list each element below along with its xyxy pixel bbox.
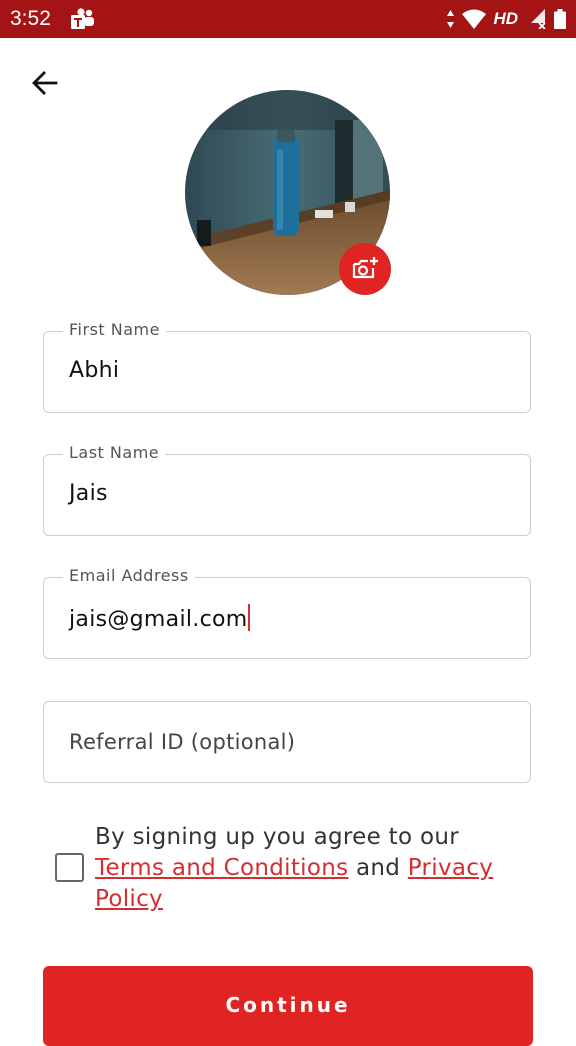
- agreement-text-before: By signing up you agree to our: [95, 824, 459, 850]
- referral-id-placeholder: Referral ID (optional): [69, 730, 296, 754]
- agreement-checkbox[interactable]: [55, 853, 84, 882]
- status-bar: 3:52 HD: [0, 0, 576, 38]
- text-cursor: [248, 604, 251, 631]
- battery-icon: [554, 9, 566, 29]
- agreement-text-between: and: [348, 855, 408, 881]
- arrow-left-icon[interactable]: [28, 66, 62, 100]
- email-value-wrap[interactable]: jais@gmail.com: [69, 604, 251, 632]
- first-name-value[interactable]: Abhi: [69, 358, 119, 383]
- first-name-field[interactable]: First Name Abhi: [43, 320, 531, 413]
- agreement-text: By signing up you agree to our Terms and…: [95, 822, 535, 915]
- continue-button[interactable]: Continue: [43, 966, 533, 1046]
- signal-icon: [531, 9, 546, 29]
- referral-id-field[interactable]: Referral ID (optional): [43, 701, 531, 783]
- email-value: jais@gmail.com: [69, 607, 248, 632]
- last-name-field[interactable]: Last Name Jais: [43, 443, 531, 536]
- teams-icon: [71, 8, 94, 29]
- change-photo-button[interactable]: [339, 243, 391, 295]
- first-name-label: First Name: [63, 320, 166, 339]
- last-name-label: Last Name: [63, 443, 166, 462]
- terms-link[interactable]: Terms and Conditions: [95, 855, 348, 881]
- camera-add-icon: [352, 257, 378, 279]
- email-label: Email Address: [63, 566, 195, 585]
- status-time: 3:52: [10, 7, 51, 30]
- last-name-value[interactable]: Jais: [69, 481, 108, 506]
- wifi-icon: [462, 9, 487, 29]
- data-arrows-icon: [447, 10, 455, 28]
- status-icons: HD: [446, 6, 566, 32]
- network-type: HD: [493, 9, 518, 28]
- email-field[interactable]: Email Address jais@gmail.com: [43, 566, 531, 659]
